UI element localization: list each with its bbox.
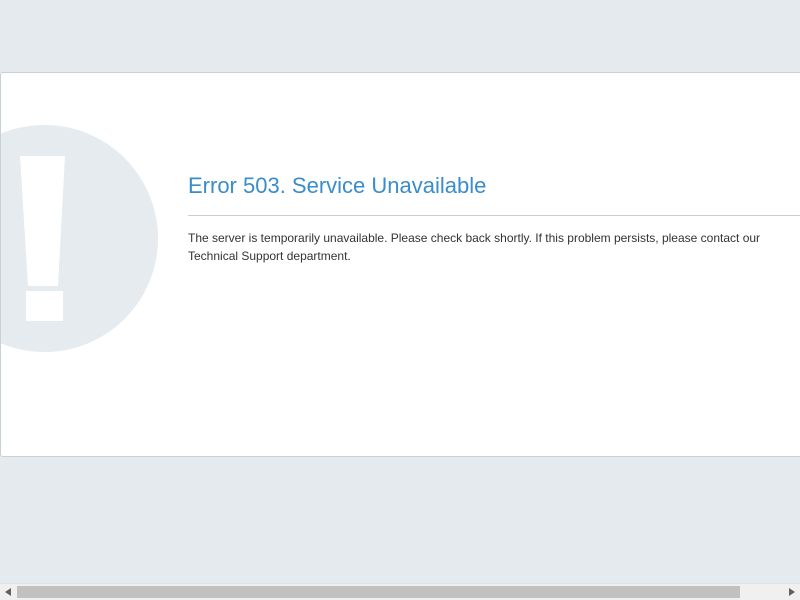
triangle-right-icon: [789, 588, 795, 596]
exclamation-badge: [1, 125, 158, 352]
scroll-left-button[interactable]: [0, 584, 16, 600]
exclamation-icon: [20, 156, 65, 321]
error-title: Error 503. Service Unavailable: [188, 173, 487, 198]
triangle-left-icon: [5, 588, 11, 596]
page: Error 503. Service Unavailable The serve…: [0, 0, 800, 600]
horizontal-scrollbar[interactable]: [0, 583, 800, 600]
scroll-right-button[interactable]: [784, 584, 800, 600]
error-message: The server is temporarily unavailable. P…: [188, 231, 761, 263]
error-card: Error 503. Service Unavailable The serve…: [0, 72, 800, 457]
divider: [188, 215, 800, 216]
scroll-thumb[interactable]: [17, 586, 740, 598]
